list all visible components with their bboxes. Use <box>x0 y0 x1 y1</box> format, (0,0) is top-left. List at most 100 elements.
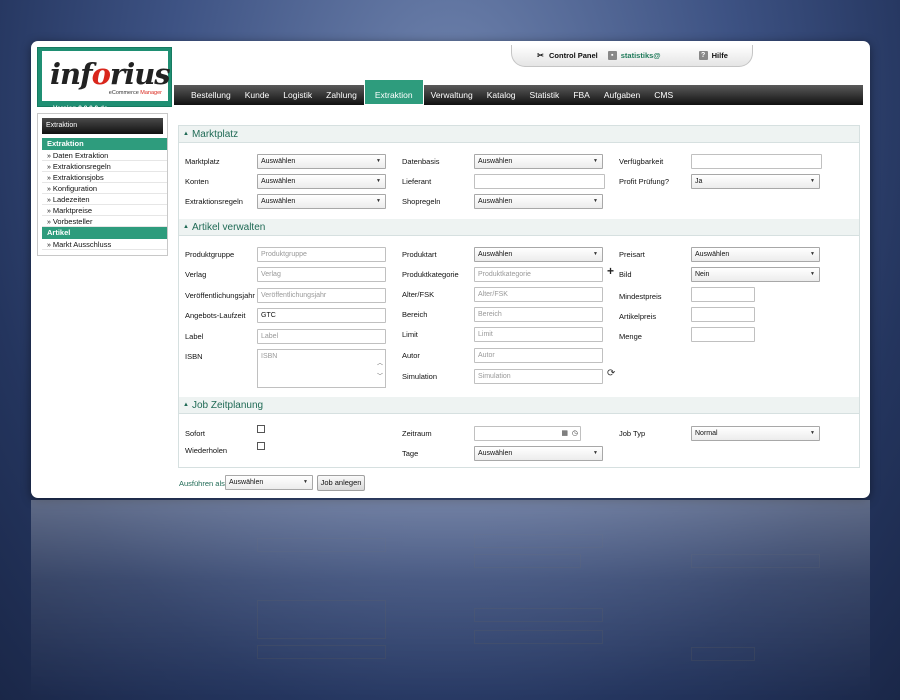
wiederholen-label: Wiederholen <box>185 446 228 455</box>
user-link[interactable]: ▪ statistiks@ <box>607 51 661 60</box>
nav-tab-aufgaben[interactable]: Aufgaben <box>597 85 647 105</box>
menge-input[interactable] <box>691 327 755 342</box>
angebots-laufzeit-label: Angebots-Laufzeit <box>185 311 246 320</box>
sidebar-title: Extraktion <box>42 118 163 134</box>
lieferant-input[interactable] <box>474 174 605 189</box>
verfuegbarkeit-label: Verfügbarkeit <box>619 157 664 166</box>
control-panel-link[interactable]: ✂ Control Panel <box>536 51 598 60</box>
konten-select[interactable]: Auswählen <box>257 174 386 189</box>
angebots-laufzeit-input[interactable]: GTC <box>257 308 386 323</box>
sidebar-item-extraktionsregeln[interactable]: Extraktionsregeln <box>42 161 167 172</box>
preisart-select[interactable]: Auswählen <box>691 247 820 262</box>
sidebar-item-daten-extraktion[interactable]: Daten Extraktion <box>42 150 167 161</box>
produktkategorie-input[interactable]: Produktkategorie <box>474 267 603 282</box>
section-title: Marktplatz <box>191 129 239 140</box>
simulation-label: Simulation <box>402 372 438 381</box>
artikelpreis-input[interactable] <box>691 307 755 322</box>
shopregeln-select[interactable]: Auswählen <box>474 194 603 209</box>
collapse-arrow-icon: ▲ <box>183 402 189 408</box>
profit-pruefung-label: Profit Prüfung? <box>619 177 670 186</box>
control-panel-label: Control Panel <box>549 51 598 60</box>
tage-select[interactable]: Auswählen <box>474 446 603 461</box>
job-typ-label: Job Typ <box>619 429 646 438</box>
reflection-fade <box>31 500 870 700</box>
nav-tab-katalog[interactable]: Katalog <box>480 85 523 105</box>
scroll-down-icon[interactable]: ﹀ <box>377 371 383 380</box>
verlag-input[interactable]: Verlag <box>257 267 386 282</box>
job-typ-select[interactable]: Normal <box>691 426 820 441</box>
job-anlegen-button[interactable]: Job anlegen <box>317 475 365 491</box>
sidebar: Extraktion Extraktion Daten Extraktion E… <box>37 113 168 256</box>
add-icon[interactable]: + <box>607 264 614 278</box>
form-panel: ▲Marktplatz Marktplatz Auswählen Konten … <box>178 125 860 468</box>
autor-label: Autor <box>402 351 420 360</box>
isbn-placeholder: ISBN <box>261 353 278 360</box>
extraktionsregeln-select[interactable]: Auswählen <box>257 194 386 209</box>
nav-tab-bestellung[interactable]: Bestellung <box>184 85 238 105</box>
nav-tab-verwaltung[interactable]: Verwaltung <box>424 85 480 105</box>
scroll-up-icon[interactable]: ︿ <box>377 358 383 367</box>
nav-tab-statistik[interactable]: Statistik <box>523 85 567 105</box>
logo[interactable]: inforius eCommerce Manager Version 9.0.0… <box>37 47 172 112</box>
artikelpreis-label: Artikelpreis <box>619 312 657 321</box>
nav-tab-fba[interactable]: FBA <box>566 85 597 105</box>
sidebar-item-konfiguration[interactable]: Konfiguration <box>42 183 167 194</box>
help-link[interactable]: ? Hilfe <box>698 51 728 60</box>
section-title: Artikel verwalten <box>191 222 266 233</box>
sofort-checkbox[interactable] <box>257 425 265 433</box>
sidebar-item-ladezeiten[interactable]: Ladezeiten <box>42 194 167 205</box>
calendar-icon[interactable]: ▦ <box>561 427 568 440</box>
autor-input[interactable]: Autor <box>474 348 603 363</box>
refresh-icon[interactable]: ⟳ <box>607 368 615 379</box>
mindestpreis-input[interactable] <box>691 287 755 302</box>
version-label: Version 9.0.0.0 de <box>53 105 108 112</box>
nav-tab-extraktion[interactable]: Extraktion <box>363 79 424 105</box>
verfuegbarkeit-input[interactable] <box>691 154 822 169</box>
nav-tab-kunde[interactable]: Kunde <box>238 85 277 105</box>
window-reflection <box>31 500 870 700</box>
veroeffentlichungsjahr-input[interactable]: Veröffentlichungsjahr <box>257 288 386 303</box>
sidebar-item-vorbesteller[interactable]: Vorbesteller <box>42 216 167 227</box>
nav-tab-cms[interactable]: CMS <box>647 85 680 105</box>
profit-pruefung-select[interactable]: Ja <box>691 174 820 189</box>
limit-input[interactable]: Limit <box>474 327 603 342</box>
tools-icon: ✂ <box>537 51 544 60</box>
clock-icon[interactable]: ◷ <box>572 427 578 440</box>
produktgruppe-input[interactable]: Produktgruppe <box>257 247 386 262</box>
help-icon: ? <box>698 51 708 60</box>
logo-subtitle: eCommerce Manager <box>108 90 162 96</box>
label-label: Label <box>185 332 204 341</box>
marktplatz-select[interactable]: Auswählen <box>257 154 386 169</box>
sidebar-group-extraktion: Extraktion <box>42 138 167 150</box>
label-input[interactable]: Label <box>257 329 386 344</box>
datenbasis-select[interactable]: Auswählen <box>474 154 603 169</box>
bild-label: Bild <box>619 270 632 279</box>
collapse-arrow-icon: ▲ <box>183 224 189 230</box>
sidebar-item-marktpreise[interactable]: Marktpreise <box>42 205 167 216</box>
isbn-textarea[interactable]: ISBN ︿ ﹀ <box>257 349 386 388</box>
konten-label: Konten <box>185 177 209 186</box>
bereich-input[interactable]: Bereich <box>474 307 603 322</box>
bild-select[interactable]: Nein <box>691 267 820 282</box>
zeitraum-input[interactable]: ▦ ◷ <box>474 426 581 441</box>
wiederholen-checkbox[interactable] <box>257 442 265 450</box>
section-job-zeitplanung[interactable]: ▲ Job Zeitplanung <box>179 397 859 414</box>
alter-fsk-input[interactable]: Alter/FSK <box>474 287 603 302</box>
zeitraum-label: Zeitraum <box>402 429 432 438</box>
sidebar-item-extraktionsjobs[interactable]: Extraktionsjobs <box>42 172 167 183</box>
shopregeln-label: Shopregeln <box>402 197 441 206</box>
help-label: Hilfe <box>711 51 728 60</box>
user-icon: ▪ <box>607 51 617 60</box>
sidebar-item-markt-ausschluss[interactable]: Markt Ausschluss <box>42 239 167 250</box>
extraktionsregeln-label: Extraktionsregeln <box>185 197 243 206</box>
section-marktplatz[interactable]: ▲ Marktplatz <box>179 126 859 143</box>
datenbasis-label: Datenbasis <box>402 157 440 166</box>
section-artikel-verwalten[interactable]: ▲ Artikel verwalten <box>179 219 859 236</box>
main-nav: Bestellung Kunde Logistik Zahlung Extrak… <box>174 79 863 105</box>
logo-inner: inforius eCommerce Manager <box>42 51 171 101</box>
nav-tab-zahlung[interactable]: Zahlung <box>319 85 364 105</box>
ausfuehren-als-select[interactable]: Auswählen <box>225 475 313 490</box>
produktart-select[interactable]: Auswählen <box>474 247 603 262</box>
nav-tab-logistik[interactable]: Logistik <box>276 85 319 105</box>
simulation-input[interactable]: Simulation <box>474 369 603 384</box>
